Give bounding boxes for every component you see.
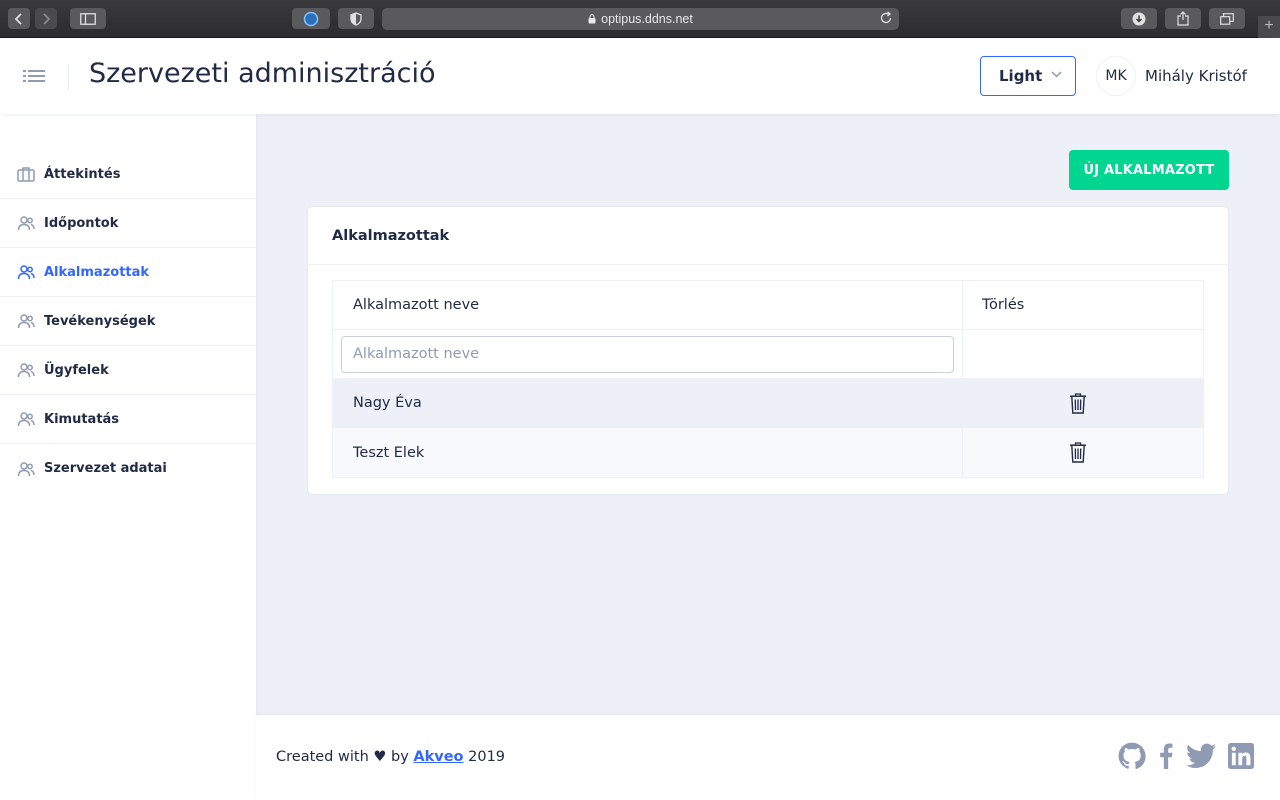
sidebar-item-szervezet-adatai[interactable]: Szervezet adatai xyxy=(0,444,256,493)
reload-icon[interactable] xyxy=(879,11,893,25)
filter-cell xyxy=(333,330,963,378)
employee-name: Teszt Elek xyxy=(333,428,963,477)
tabs-overview-icon xyxy=(1220,12,1234,25)
social-links xyxy=(1118,742,1254,770)
sidebar-item-label: Tevékenységek xyxy=(44,313,156,329)
people-icon xyxy=(17,263,35,281)
sidebar: Áttekintés Időpontok Alkalmazottak Tevék… xyxy=(0,114,256,800)
delete-cell xyxy=(963,428,1203,477)
footer-year: 2019 xyxy=(468,749,506,765)
privacy-button[interactable] xyxy=(338,8,374,29)
sidebar-item-label: Szervezet adatai xyxy=(44,461,167,476)
sidebar-toggle-button[interactable] xyxy=(70,8,106,29)
footer-prefix: Created with xyxy=(276,749,369,765)
sidebar-icon xyxy=(80,12,96,25)
share-icon xyxy=(1177,11,1189,26)
chevron-right-icon xyxy=(43,12,51,25)
downloads-button[interactable] xyxy=(1121,8,1157,29)
extension-button[interactable] xyxy=(292,8,330,29)
new-tab-button[interactable]: + xyxy=(1258,16,1280,38)
url-text: optipus.ddns.net xyxy=(601,12,693,26)
name-filter-input[interactable] xyxy=(341,335,954,373)
shield-icon xyxy=(350,11,362,26)
page-title: Szervezeti adminisztráció xyxy=(89,58,436,89)
sidebar-item-ugyfelek[interactable]: Ügyfelek xyxy=(0,346,256,395)
delete-cell xyxy=(963,379,1203,427)
column-header-name[interactable]: Alkalmazott neve xyxy=(333,281,963,329)
twitter-icon[interactable] xyxy=(1186,743,1216,769)
address-bar[interactable]: optipus.ddns.net xyxy=(382,8,899,30)
people-icon xyxy=(17,410,35,428)
akveo-link[interactable]: Akveo xyxy=(413,749,463,765)
extension-circle-icon xyxy=(303,11,319,26)
avatar[interactable]: MK xyxy=(1096,56,1136,96)
table-row[interactable]: Nagy Éva xyxy=(333,379,1203,428)
hamburger-icon xyxy=(23,70,45,82)
employees-table: Alkalmazott neve Törlés Nagy Éva Teszt E… xyxy=(332,280,1204,478)
new-employee-button[interactable]: ÚJ ALKALMAZOTT xyxy=(1069,150,1229,190)
theme-select-value: Light xyxy=(999,67,1043,85)
sidebar-item-alkalmazottak[interactable]: Alkalmazottak xyxy=(0,248,256,297)
footer-by: by xyxy=(390,749,409,765)
menu-toggle-button[interactable] xyxy=(23,66,45,86)
footer: Created with ♥ by Akveo 2019 xyxy=(256,715,1280,800)
user-name[interactable]: Mihály Kristóf xyxy=(1145,67,1247,85)
column-header-delete: Törlés xyxy=(982,297,1025,313)
header-divider xyxy=(68,64,69,90)
chevron-down-icon xyxy=(1051,71,1062,78)
browser-toolbar: optipus.ddns.net + xyxy=(0,0,1280,38)
facebook-icon[interactable] xyxy=(1158,743,1174,769)
theme-select[interactable]: Light xyxy=(980,56,1076,96)
lock-icon xyxy=(588,14,596,24)
employee-name: Nagy Éva xyxy=(333,379,963,427)
sidebar-item-label: Ügyfelek xyxy=(44,362,109,378)
back-button[interactable] xyxy=(8,8,30,29)
sidebar-item-idopontok[interactable]: Időpontok xyxy=(0,199,256,248)
table-row[interactable]: Teszt Elek xyxy=(333,428,1203,477)
table-header-row: Alkalmazott neve Törlés xyxy=(333,281,1203,330)
sidebar-item-label: Áttekintés xyxy=(44,166,121,182)
sidebar-item-label: Alkalmazottak xyxy=(44,264,150,280)
card-title: Alkalmazottak xyxy=(308,207,1228,265)
app-header: Szervezeti adminisztráció Light MK Mihál… xyxy=(0,38,1280,114)
people-icon xyxy=(17,361,35,379)
briefcase-icon xyxy=(17,165,35,183)
tabs-button[interactable] xyxy=(1209,8,1245,29)
chevron-left-icon xyxy=(14,12,22,25)
sidebar-menu: Áttekintés Időpontok Alkalmazottak Tevék… xyxy=(0,150,256,493)
forward-button[interactable] xyxy=(35,8,57,29)
github-icon[interactable] xyxy=(1118,742,1146,770)
download-icon xyxy=(1132,12,1146,25)
people-icon xyxy=(17,214,35,232)
trash-icon[interactable] xyxy=(1069,392,1087,414)
sidebar-item-tevekenysegek[interactable]: Tevékenységek xyxy=(0,297,256,346)
linkedin-icon[interactable] xyxy=(1228,743,1254,769)
sidebar-item-attekintes[interactable]: Áttekintés xyxy=(0,150,256,199)
employees-card: Alkalmazottak Alkalmazott neve Törlés Na… xyxy=(307,206,1229,495)
table-filter-row xyxy=(333,330,1203,379)
filter-cell-empty xyxy=(963,330,1203,378)
share-button[interactable] xyxy=(1165,8,1201,29)
sidebar-item-label: Kimutatás xyxy=(44,411,120,427)
sidebar-item-label: Időpontok xyxy=(44,215,119,231)
heart-icon: ♥ xyxy=(373,749,387,765)
sidebar-item-kimutatas[interactable]: Kimutatás xyxy=(0,395,256,444)
plus-icon: + xyxy=(1264,17,1274,34)
people-icon xyxy=(17,312,35,330)
footer-credit: Created with ♥ by Akveo 2019 xyxy=(276,749,505,765)
people-icon xyxy=(17,460,35,478)
trash-icon[interactable] xyxy=(1069,442,1087,463)
